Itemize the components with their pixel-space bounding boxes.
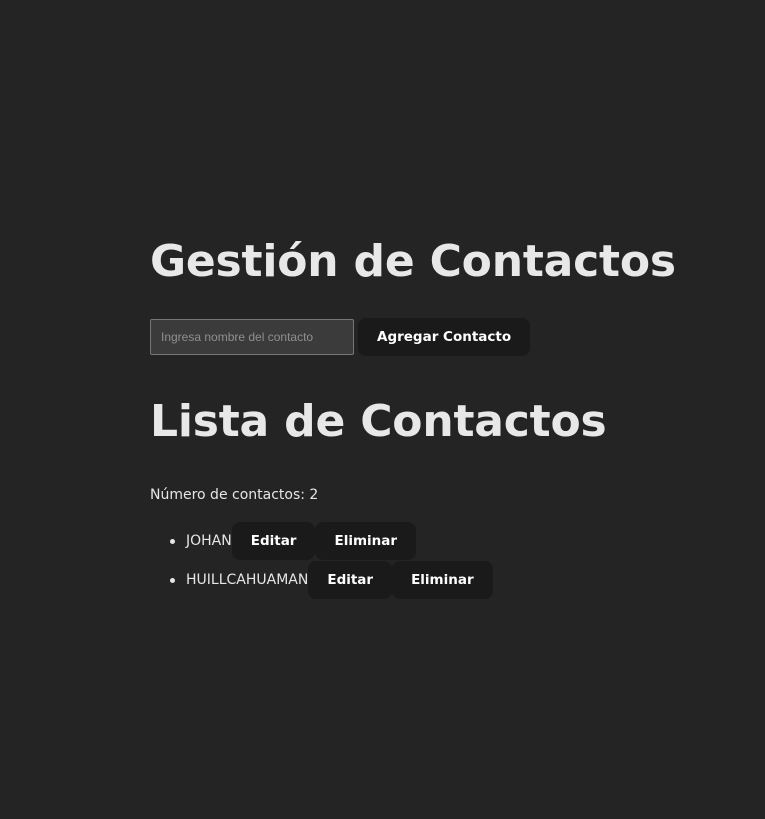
list-item: HUILLCAHUAMAN Editar Eliminar	[170, 561, 493, 599]
add-contact-form: Agregar Contacto	[150, 318, 531, 356]
add-contact-button[interactable]: Agregar Contacto	[358, 318, 531, 356]
bullet-icon	[170, 577, 175, 583]
delete-button[interactable]: Eliminar	[392, 561, 493, 599]
contact-list-title: Lista de Contactos	[150, 396, 607, 447]
bullet-icon	[170, 538, 175, 544]
page-title: Gestión de Contactos	[150, 236, 676, 287]
delete-button[interactable]: Eliminar	[315, 522, 417, 560]
list-item: JOHAN Editar Eliminar	[170, 522, 493, 560]
contact-name: HUILLCAHUAMAN	[186, 572, 309, 588]
contact-name-input[interactable]	[150, 319, 354, 355]
contact-count: Número de contactos: 2	[150, 487, 319, 503]
contact-name: JOHAN	[186, 533, 232, 549]
edit-button[interactable]: Editar	[231, 522, 316, 560]
edit-button[interactable]: Editar	[308, 561, 393, 599]
contact-list: JOHAN Editar Eliminar HUILLCAHUAMAN Edit…	[150, 522, 493, 600]
